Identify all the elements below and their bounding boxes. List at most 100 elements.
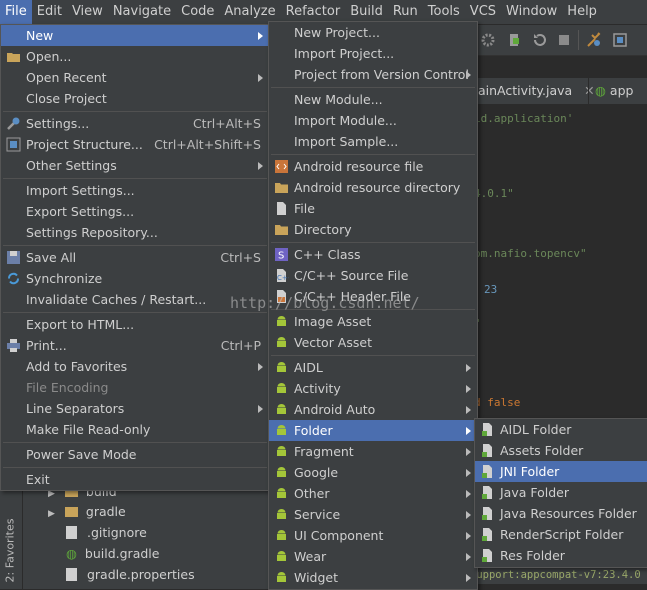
menu-edit[interactable]: Edit xyxy=(32,0,67,24)
new-menu-widget[interactable]: Widget xyxy=(269,567,477,588)
new-menu-vector-asset[interactable]: Vector Asset xyxy=(269,332,477,353)
c-source-file-icon: C++ xyxy=(277,269,289,282)
menu-item-label: Service xyxy=(294,507,341,522)
new-menu-aidl[interactable]: AIDL xyxy=(269,357,477,378)
file-menu-print[interactable]: Print... Ctrl+P xyxy=(1,335,269,356)
menu-file[interactable]: File xyxy=(0,0,32,24)
file-menu-open-recent[interactable]: Open Recent xyxy=(1,67,269,88)
new-menu-import-project[interactable]: Import Project... xyxy=(269,43,477,64)
menu-item-label: Export Settings... xyxy=(26,204,135,219)
file-menu-new[interactable]: New xyxy=(1,25,269,46)
new-menu-folder[interactable]: Folder xyxy=(269,420,477,441)
file-menu-make-read-only[interactable]: Make File Read-only xyxy=(1,419,269,440)
menu-item-label: JNI Folder xyxy=(500,464,560,479)
new-menu-import-module[interactable]: Import Module... xyxy=(269,110,477,131)
project-structure-icon[interactable] xyxy=(612,32,628,48)
menu-window[interactable]: Window xyxy=(501,0,562,24)
menu-item-label: Invalidate Caches / Restart... xyxy=(26,292,207,307)
new-menu-directory[interactable]: Directory xyxy=(269,219,477,240)
tab-label: app xyxy=(609,83,634,98)
folder-menu-res-folder[interactable]: Res Folder xyxy=(475,545,647,566)
submenu-arrow-icon xyxy=(258,363,263,371)
file-menu-power-save-mode[interactable]: Power Save Mode xyxy=(1,444,269,465)
new-menu-service[interactable]: Service xyxy=(269,504,477,525)
tree-label: gradle xyxy=(85,504,126,519)
favorites-tab[interactable]: 2: Favorites xyxy=(0,480,23,589)
tree-item-build-gradle[interactable]: ◍ build.gradle xyxy=(66,543,159,564)
file-menu-exit[interactable]: Exit xyxy=(1,469,269,490)
folder-menu-java-resources-folder[interactable]: Java Resources Folder xyxy=(475,503,647,524)
android-icon xyxy=(277,404,286,414)
menu-item-label: Java Folder xyxy=(500,485,570,500)
menu-code[interactable]: Code xyxy=(176,0,219,24)
new-menu-google[interactable]: Google xyxy=(269,462,477,483)
tree-item-gradle[interactable]: ▶ gradle xyxy=(48,501,126,522)
folder-menu-renderscript-folder[interactable]: RenderScript Folder xyxy=(475,524,647,545)
file-menu-other-settings[interactable]: Other Settings xyxy=(1,155,269,176)
new-menu-other[interactable]: Other xyxy=(269,483,477,504)
menu-item-label: AIDL Folder xyxy=(500,422,572,437)
new-menu-android-auto[interactable]: Android Auto xyxy=(269,399,477,420)
file-menu-settings[interactable]: Settings... Ctrl+Alt+S xyxy=(1,113,269,134)
new-menu-android-resource-file[interactable]: Android resource file xyxy=(269,156,477,177)
rerun-icon[interactable] xyxy=(532,32,548,48)
new-menu-project-from-vcs[interactable]: Project from Version Control xyxy=(269,64,477,85)
folder-menu-aidl-folder[interactable]: AIDL Folder xyxy=(475,419,647,440)
gear-icon[interactable] xyxy=(480,32,496,48)
menu-help[interactable]: Help xyxy=(562,0,602,24)
file-menu-synchronize[interactable]: Synchronize xyxy=(1,268,269,289)
code-line: id.application' xyxy=(474,112,574,125)
file-menu-export-html[interactable]: Export to HTML... xyxy=(1,314,269,335)
save-icon xyxy=(7,251,20,264)
new-menu-file[interactable]: File xyxy=(269,198,477,219)
stop-icon[interactable] xyxy=(556,32,572,48)
folder-file-icon xyxy=(482,423,492,436)
new-menu-new-module[interactable]: New Module... xyxy=(269,89,477,110)
new-menu-image-asset[interactable]: Image Asset xyxy=(269,311,477,332)
file-menu-project-structure[interactable]: Project Structure... Ctrl+Alt+Shift+S xyxy=(1,134,269,155)
new-menu-activity[interactable]: Activity xyxy=(269,378,477,399)
code-line: om.nafio.topencv" xyxy=(474,247,587,260)
submenu-arrow-icon xyxy=(466,406,471,414)
new-menu-c-source-file[interactable]: C++ C/C++ Source File xyxy=(269,265,477,286)
folder-menu-java-folder[interactable]: Java Folder xyxy=(475,482,647,503)
new-menu-wear[interactable]: Wear xyxy=(269,546,477,567)
menu-item-label: AIDL xyxy=(294,360,323,375)
file-menu-open[interactable]: Open... xyxy=(1,46,269,67)
new-menu-android-resource-directory[interactable]: Android resource directory xyxy=(269,177,477,198)
menu-navigate[interactable]: Navigate xyxy=(108,0,176,24)
build-tools-icon[interactable] xyxy=(586,32,602,48)
file-menu-file-encoding: File Encoding xyxy=(1,377,269,398)
editor-tabs: ainActivity.java ✕ ◍ app xyxy=(464,78,647,105)
new-menu-new-project[interactable]: New Project... xyxy=(269,22,477,43)
debug-icon[interactable] xyxy=(506,32,522,48)
menu-view[interactable]: View xyxy=(67,0,108,24)
new-menu-cpp-class[interactable]: S C++ Class xyxy=(269,244,477,265)
folder-menu-assets-folder[interactable]: Assets Folder xyxy=(475,440,647,461)
submenu-arrow-icon xyxy=(466,427,471,435)
new-menu-fragment[interactable]: Fragment xyxy=(269,441,477,462)
file-menu-export-settings[interactable]: Export Settings... xyxy=(1,201,269,222)
new-menu-ui-component[interactable]: UI Component xyxy=(269,525,477,546)
folder-file-icon xyxy=(482,486,492,499)
folder-menu-jni-folder[interactable]: JNI Folder xyxy=(475,461,647,482)
new-menu-c-header-file[interactable]: C/C++ Header File xyxy=(269,286,477,307)
menu-item-label: Fragment xyxy=(294,444,354,459)
android-icon xyxy=(277,337,286,347)
tab-app[interactable]: ◍ app xyxy=(588,78,633,104)
dependency-line: support:appcompat-v7:23.4.0 xyxy=(470,566,647,584)
file-menu-close-project[interactable]: Close Project xyxy=(1,88,269,109)
file-menu-save-all[interactable]: Save All Ctrl+S xyxy=(1,247,269,268)
menu-separator xyxy=(271,154,475,155)
menu-item-label: Other xyxy=(294,486,330,501)
file-menu-settings-repository[interactable]: Settings Repository... xyxy=(1,222,269,243)
new-menu-import-sample[interactable]: Import Sample... xyxy=(269,131,477,152)
tab-main-activity[interactable]: ainActivity.java ✕ xyxy=(478,78,595,104)
menu-separator xyxy=(3,467,267,468)
file-menu-import-settings[interactable]: Import Settings... xyxy=(1,180,269,201)
tree-item-gradle-properties[interactable]: gradle.properties xyxy=(66,564,195,585)
file-menu-invalidate-caches[interactable]: Invalidate Caches / Restart... xyxy=(1,289,269,310)
file-menu-add-to-favorites[interactable]: Add to Favorites xyxy=(1,356,269,377)
tree-item-gitignore[interactable]: .gitignore xyxy=(66,522,147,543)
file-menu-line-separators[interactable]: Line Separators xyxy=(1,398,269,419)
